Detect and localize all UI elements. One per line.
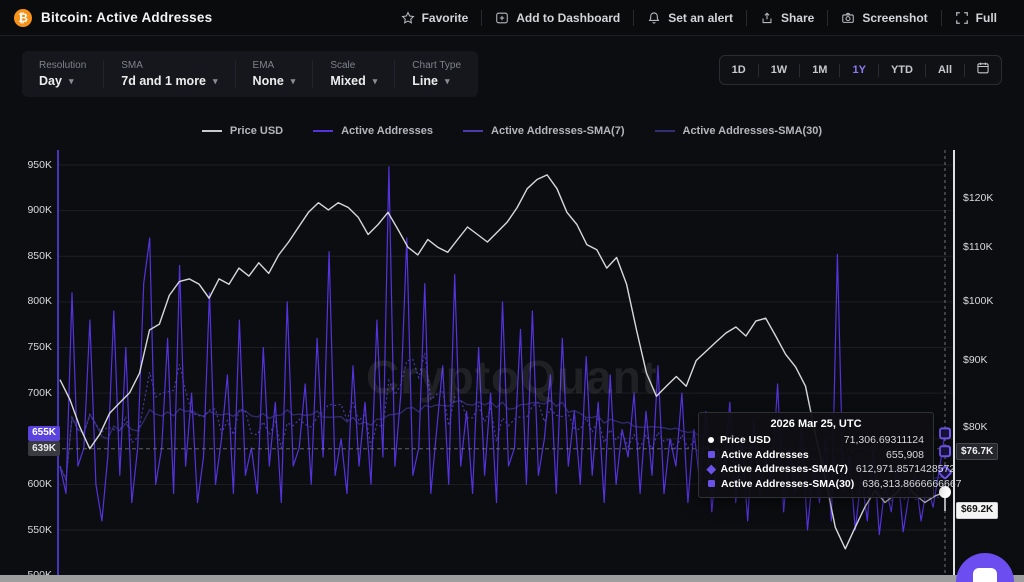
tooltip-series-label: Active Addresses-SMA(30) <box>721 477 862 492</box>
right-axis-tick: $90K <box>963 354 988 366</box>
right-axis-tick: $120K <box>963 192 993 204</box>
tooltip-row-active-addresses: Active Addresses 655,908 <box>708 448 924 463</box>
right-axis-tick: $80K <box>963 421 988 433</box>
tooltip-series-value: 655,908 <box>886 448 924 463</box>
tooltip-row-price-usd: Price USD 71,306.69311124 <box>708 433 924 448</box>
square-marker-icon <box>708 451 715 458</box>
tooltip-series-value: 71,306.69311124 <box>844 433 924 448</box>
right-axis-badge-76-7k: $76.7K <box>956 443 998 460</box>
left-axis-tick: 800K <box>12 295 52 307</box>
left-axis-tick: 700K <box>12 387 52 399</box>
cryptoquant-chart-screen: ₿ Bitcoin: Active Addresses FavoriteAdd … <box>0 0 1024 582</box>
diamond-marker-icon <box>707 465 716 474</box>
left-axis-tick: 900K <box>12 204 52 216</box>
bottom-scroll-edge <box>0 575 1024 582</box>
tooltip-date: 2026 Mar 25, UTC <box>708 418 924 430</box>
tooltip-series-value: 612,971.8571428572 <box>856 462 955 477</box>
left-axis-tick: 850K <box>12 250 52 262</box>
tooltip-series-value: 636,313.8666666667 <box>862 477 961 492</box>
left-axis-badge-639k: 639K <box>28 441 60 456</box>
right-axis-tick: $100K <box>963 295 993 307</box>
dot-marker-icon <box>708 437 714 443</box>
left-axis-tick: 600K <box>12 478 52 490</box>
tooltip-series-label: Price USD <box>720 433 779 448</box>
right-axis-badge-69-2k: $69.2K <box>956 502 998 519</box>
tooltip-row-active-addresses-sma-7: Active Addresses-SMA(7)612,971.857142857… <box>708 462 924 477</box>
tooltip-series-label: Active Addresses <box>721 448 817 463</box>
left-axis-tick: 750K <box>12 341 52 353</box>
left-axis-tick: 950K <box>12 159 52 171</box>
left-axis-badge-655k: 655K <box>28 426 60 441</box>
tooltip-series-label: Active Addresses-SMA(7) <box>721 462 856 477</box>
chart-tooltip: 2026 Mar 25, UTC Price USD 71,306.6931112… <box>698 412 934 498</box>
tooltip-row-active-addresses-sma-30: Active Addresses-SMA(30)636,313.86666666… <box>708 477 924 492</box>
square-marker-icon <box>708 480 715 487</box>
left-axis-tick: 550K <box>12 524 52 536</box>
right-axis-tick: $110K <box>963 241 993 253</box>
